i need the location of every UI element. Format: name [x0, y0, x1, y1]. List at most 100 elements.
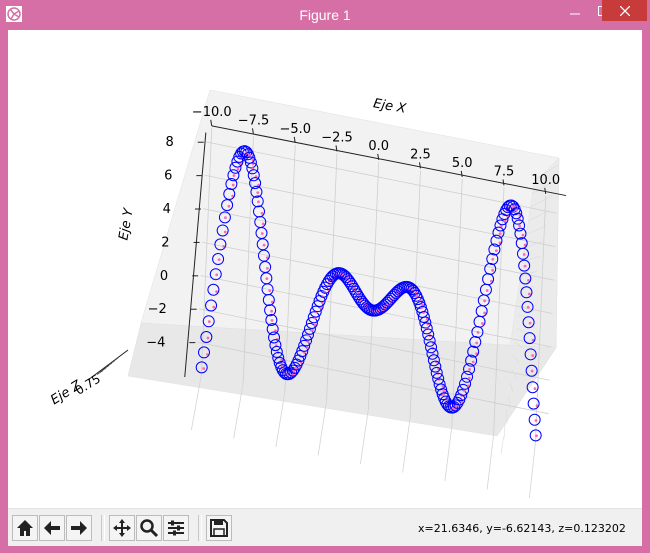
figure-canvas[interactable]: −10.0 −7.5 −5.0 −2.5 0.0 2.5 5.0 7.5 10.0 8 6 4 2 0 −2… — [8, 30, 642, 546]
inner-point — [491, 268, 495, 272]
y-tick-label: −4 — [146, 336, 165, 351]
save-button[interactable] — [206, 515, 232, 541]
inner-point — [463, 389, 466, 393]
y-tick-label: 6 — [164, 169, 172, 184]
side-grid-line — [500, 436, 504, 454]
zoom-button[interactable] — [136, 515, 162, 541]
inner-point — [533, 387, 537, 391]
inner-point — [207, 320, 211, 324]
close-button[interactable] — [602, 0, 647, 21]
inner-point — [530, 369, 534, 373]
inner-point — [467, 376, 471, 380]
sliders-icon — [168, 520, 184, 536]
inner-point — [212, 305, 216, 309]
inner-point — [270, 309, 274, 313]
toolbar-separator — [198, 515, 202, 541]
inner-point — [256, 191, 260, 195]
x-tick-label: −7.5 — [238, 113, 270, 128]
y-tick-label: 2 — [161, 235, 169, 250]
inner-point — [270, 318, 274, 322]
inner-point — [475, 341, 479, 345]
floor-grid-line — [444, 425, 453, 482]
inner-point — [485, 289, 489, 292]
inner-point — [521, 233, 525, 237]
z-tick-mark — [105, 362, 113, 368]
scatter-marker — [528, 413, 541, 426]
inner-point — [266, 267, 269, 270]
cursor-coordinates: x=21.6346, y=-6.62143, z=0.123202 — [418, 522, 626, 535]
y-tick-label: −2 — [148, 302, 167, 317]
inner-point — [215, 273, 219, 277]
x-tick-label: 7.5 — [494, 164, 515, 179]
arrow-left-icon — [44, 521, 60, 535]
figure-window: Figure 1 −10.0 −7.5 −5.0 −2.5 0.0 2.5 5.… — [0, 0, 650, 553]
inner-point — [523, 264, 527, 268]
inner-point — [223, 230, 227, 234]
inner-point — [442, 389, 446, 393]
forward-button[interactable] — [66, 515, 92, 541]
inner-point — [476, 331, 480, 334]
x-tick-label: 10.0 — [531, 173, 560, 188]
inner-point — [262, 243, 266, 247]
close-icon — [619, 5, 630, 16]
inner-point — [468, 367, 471, 371]
window-title: Figure 1 — [299, 7, 351, 23]
inner-point — [522, 253, 526, 256]
move-icon — [113, 519, 131, 537]
inner-point — [248, 153, 251, 157]
magnifier-icon — [140, 519, 159, 538]
z-tick-label: 0.75 — [73, 372, 103, 398]
scatter-3d-plot[interactable]: −10.0 −7.5 −5.0 −2.5 0.0 2.5 5.0 7.5 10.0 8 6 4 2 0 −2… — [8, 30, 642, 508]
inner-point — [217, 258, 221, 262]
inner-point — [227, 204, 231, 208]
z-tick-mark — [111, 357, 119, 363]
minimize-button[interactable] — [560, 0, 590, 21]
inner-point — [483, 311, 487, 315]
home-button[interactable] — [12, 515, 38, 541]
inner-point — [491, 257, 495, 261]
inner-point — [257, 200, 260, 204]
inner-point — [471, 360, 475, 364]
inner-point — [494, 249, 498, 253]
coord-x: x=21.6346 — [418, 522, 480, 535]
inner-point — [260, 211, 264, 215]
inner-point — [535, 434, 538, 438]
subplots-button[interactable] — [163, 515, 189, 541]
inner-point — [231, 183, 235, 187]
home-icon — [17, 520, 33, 536]
y-tick-label: 4 — [163, 202, 171, 217]
floor-grid-line — [359, 408, 369, 465]
scatter-marker — [527, 397, 540, 410]
arrow-right-icon — [71, 521, 87, 535]
x-tick-label: −2.5 — [321, 130, 353, 145]
plot-area[interactable]: −10.0 −7.5 −5.0 −2.5 0.0 2.5 5.0 7.5 10.0 8 6 4 2 0 −2… — [8, 30, 642, 508]
minimize-icon — [570, 13, 580, 14]
inner-point — [528, 321, 532, 325]
x-tick-label: 5.0 — [452, 156, 473, 171]
inner-point — [224, 216, 227, 220]
inner-point — [531, 354, 535, 357]
pan-button[interactable] — [109, 515, 135, 541]
coord-z: , z=0.123202 — [551, 522, 626, 535]
floor-grid-line — [317, 400, 328, 456]
inner-point — [260, 232, 264, 235]
floor-grid-line — [528, 442, 536, 499]
inner-point — [232, 174, 236, 177]
title-bar[interactable]: Figure 1 — [0, 0, 650, 30]
inner-point — [527, 292, 531, 296]
back-pane — [140, 89, 560, 349]
coord-y: , y=-6.62143 — [479, 522, 552, 535]
inner-point — [236, 167, 240, 171]
back-button[interactable] — [39, 515, 65, 541]
inner-point — [265, 277, 269, 280]
x-tick-label: −5.0 — [279, 122, 311, 137]
floor-grid-line — [486, 434, 495, 490]
y-axis-label: Eje Y — [116, 206, 136, 241]
inner-point — [481, 322, 484, 325]
inner-point — [526, 305, 530, 309]
toolbar-separator — [101, 515, 105, 541]
floppy-disk-icon — [210, 519, 228, 537]
inner-point — [310, 328, 314, 332]
inner-point — [268, 289, 272, 292]
floor-grid-line — [402, 417, 411, 473]
